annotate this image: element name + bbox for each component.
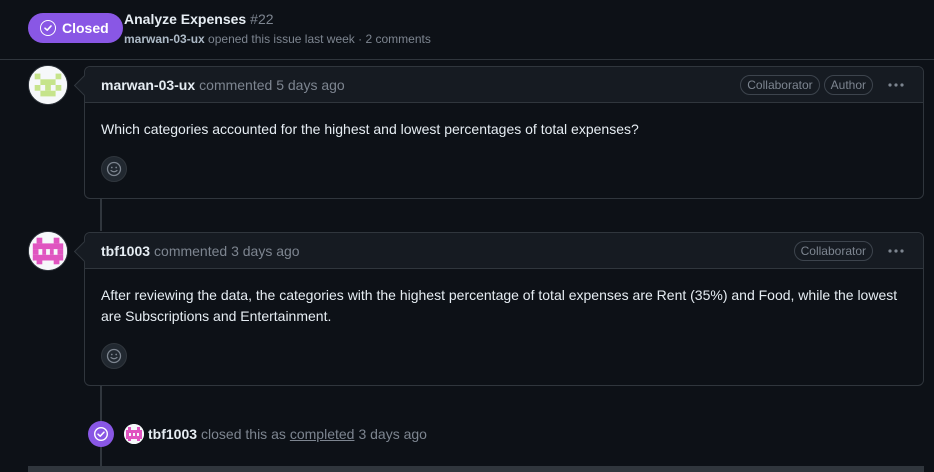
footer-bar <box>28 466 924 472</box>
author-badge: Author <box>823 74 873 95</box>
collaborator-badge: Collaborator <box>740 74 820 95</box>
comment-header: marwan-03-ux commented 5 days ago Collab… <box>85 67 923 103</box>
add-reaction-button[interactable] <box>101 343 127 369</box>
comment-timestamp[interactable]: commented 3 days ago <box>154 243 300 259</box>
avatar[interactable] <box>124 424 144 444</box>
issue-author-link[interactable]: marwan-03-ux <box>124 32 205 46</box>
issue-state-badge: Closed <box>28 13 123 43</box>
timeline-connector <box>100 199 102 231</box>
issue-header: Closed Analyze Expenses #22 marwan-03-ux… <box>0 0 934 60</box>
comment-box: marwan-03-ux commented 5 days ago Collab… <box>84 66 924 199</box>
issue-number: #22 <box>250 11 274 27</box>
issue-subtitle: marwan-03-ux opened this issue last week… <box>124 32 431 46</box>
comment-box: tbf1003 commented 3 days ago Collaborato… <box>84 232 924 386</box>
event-completed-link[interactable]: completed <box>290 426 355 442</box>
issue-state-label: Closed <box>62 20 109 36</box>
comment-body: Which categories accounted for the highe… <box>101 121 639 137</box>
check-circle-icon <box>88 421 114 447</box>
avatar[interactable] <box>28 65 68 105</box>
comment-author[interactable]: marwan-03-ux <box>101 77 195 93</box>
event-time[interactable]: 3 days ago <box>358 426 427 442</box>
comment-timestamp[interactable]: commented 5 days ago <box>199 77 345 93</box>
comment-author[interactable]: tbf1003 <box>101 243 150 259</box>
smiley-icon <box>106 348 122 364</box>
issue-title[interactable]: Analyze Expenses <box>124 11 246 27</box>
event-actor[interactable]: tbf1003 <box>148 426 197 442</box>
comment-header: tbf1003 commented 3 days ago Collaborato… <box>85 233 923 269</box>
add-reaction-button[interactable] <box>101 156 127 182</box>
event-text: closed this as <box>201 426 286 442</box>
comment-body: After reviewing the data, the categories… <box>101 287 898 324</box>
avatar[interactable] <box>28 231 68 271</box>
kebab-horizontal-icon[interactable] <box>885 75 907 95</box>
issue-title-line: Analyze Expenses #22 <box>124 11 274 27</box>
kebab-horizontal-icon[interactable] <box>885 241 907 261</box>
smiley-icon <box>106 161 122 177</box>
timeline-close-event: tbf1003 closed this as completed 3 days … <box>88 420 427 448</box>
collaborator-badge: Collaborator <box>793 240 873 261</box>
check-circle-icon <box>40 20 56 36</box>
issue-opened-text: opened this issue last week · 2 comments <box>208 32 431 46</box>
